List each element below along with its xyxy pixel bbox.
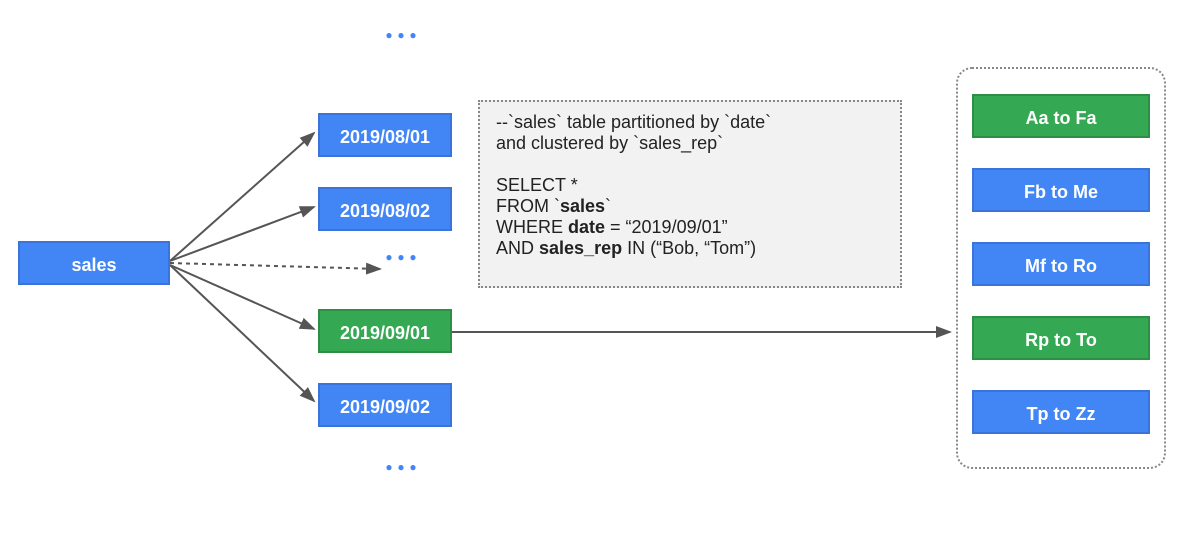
- ellipsis-bottom-icon: ●●●: [383, 460, 419, 476]
- code-blank: [496, 154, 884, 175]
- sql-code-box: --`sales` table partitioned by `date` an…: [478, 100, 902, 288]
- source-table-node: sales: [18, 241, 170, 285]
- code-from: FROM `sales`: [496, 196, 884, 217]
- code-select: SELECT *: [496, 175, 884, 196]
- ellipsis-mid-icon: ●●●: [383, 250, 419, 266]
- partition-node-4: 2019/09/02: [318, 383, 452, 427]
- code-where: WHERE date = “2019/09/01”: [496, 217, 884, 238]
- cluster-node-4: Rp to To: [972, 316, 1150, 360]
- ellipsis-top-icon: ●●●: [383, 28, 419, 44]
- cluster-node-5: Tp to Zz: [972, 390, 1150, 434]
- cluster-node-2: Fb to Me: [972, 168, 1150, 212]
- partition-node-2: 2019/08/02: [318, 187, 452, 231]
- cluster-node-3: Mf to Ro: [972, 242, 1150, 286]
- code-comment-1: --`sales` table partitioned by `date`: [496, 112, 884, 133]
- partition-node-1: 2019/08/01: [318, 113, 452, 157]
- code-and: AND sales_rep IN (“Bob, “Tom”): [496, 238, 884, 259]
- cluster-node-1: Aa to Fa: [972, 94, 1150, 138]
- code-comment-2: and clustered by `sales_rep`: [496, 133, 884, 154]
- partition-node-selected: 2019/09/01: [318, 309, 452, 353]
